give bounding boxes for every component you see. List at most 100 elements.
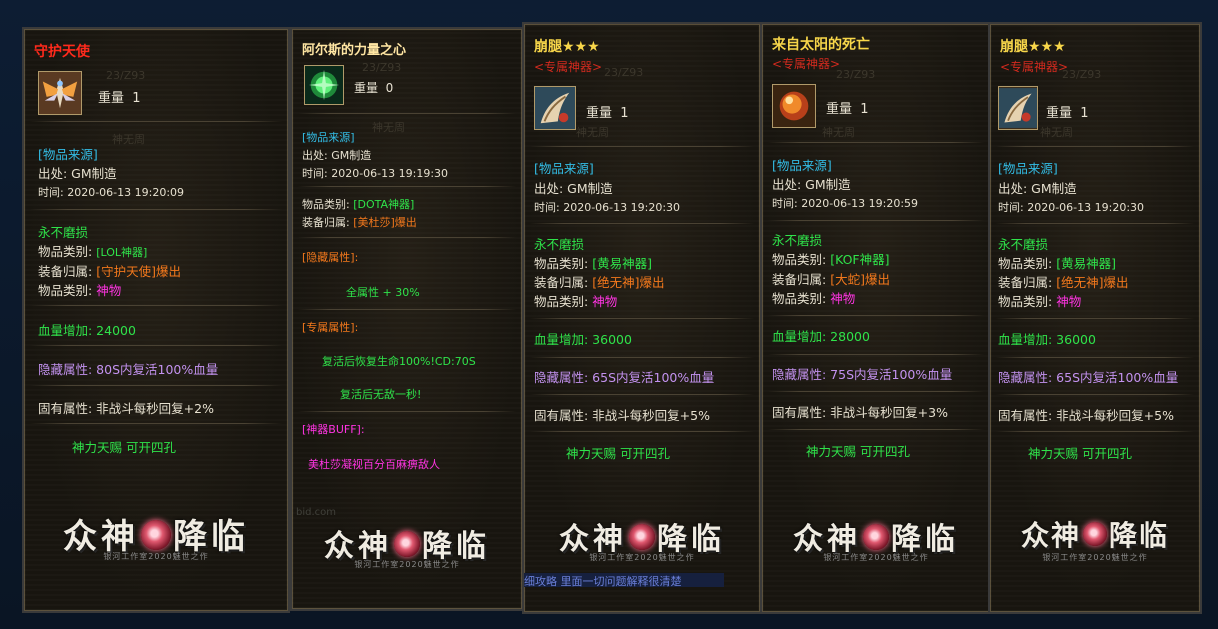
hp-bonus: 血量增加: 24000 bbox=[38, 323, 136, 338]
durability: 永不磨损 bbox=[534, 237, 585, 252]
owner-row: 装备归属: [大蛇]爆出 bbox=[772, 272, 890, 287]
innate-attribute: 固有属性: 非战斗每秒回复+2% bbox=[38, 401, 214, 416]
bless-ghost-text: 神无周 bbox=[1040, 126, 1073, 139]
category-row: 物品类别: [黄易神器] bbox=[998, 256, 1116, 271]
sun-orb-icon bbox=[772, 84, 816, 128]
divider bbox=[996, 431, 1194, 432]
divider bbox=[996, 394, 1194, 395]
game-logo: 众神 降临 银河工作室2020魅世之作 bbox=[63, 517, 249, 561]
angel-wings-icon bbox=[38, 71, 82, 115]
item-tooltip-bengtui-1: 崩腿★★★ <专属神器> 23/Z93 重量 1 神无周 [物品来源] 出处: … bbox=[522, 22, 762, 614]
weight: 重量 0 bbox=[354, 81, 394, 95]
weight: 重量 1 bbox=[586, 106, 629, 121]
category2-row: 物品类别: 神物 bbox=[534, 294, 618, 309]
divider bbox=[768, 220, 984, 221]
weight: 重量 1 bbox=[1046, 106, 1089, 121]
hp-bonus: 血量增加: 36000 bbox=[998, 332, 1096, 347]
bless-ghost-text: 神无周 bbox=[822, 126, 855, 139]
item-tooltip-sun-death: 来自太阳的死亡 <专属神器> 23/Z93 重量 1 神无周 [物品来源] 出处… bbox=[760, 22, 992, 614]
divider bbox=[768, 391, 984, 392]
owner-row: 装备归属: [美杜莎]爆出 bbox=[302, 216, 417, 229]
blessing: 神力天赐 可开四孔 bbox=[566, 446, 670, 461]
divider bbox=[298, 113, 516, 114]
durability: 永不磨损 bbox=[772, 233, 823, 248]
divider bbox=[298, 411, 516, 412]
item-subtitle: <专属神器> bbox=[772, 57, 841, 71]
buff-header: [神器BUFF]: bbox=[302, 423, 365, 436]
horn-icon bbox=[998, 86, 1038, 130]
revive-effect: 复活后恢复生命100%!CD:70S bbox=[322, 355, 476, 368]
divider bbox=[298, 237, 516, 238]
item-title: 来自太阳的死亡 bbox=[772, 37, 870, 53]
owner-row: 装备归属: [守护天使]爆出 bbox=[38, 264, 181, 279]
divider bbox=[768, 429, 984, 430]
innate-attribute: 固有属性: 非战斗每秒回复+5% bbox=[998, 408, 1174, 423]
invincible-effect: 复活后无敌一秒! bbox=[340, 388, 422, 401]
slot-ghost-text: 23/Z93 bbox=[604, 66, 644, 79]
hidden-attribute: 隐藏属性: 75S内复活100%血量 bbox=[772, 367, 953, 382]
green-gem-icon bbox=[304, 65, 344, 105]
divider bbox=[530, 318, 754, 319]
divider bbox=[30, 345, 282, 346]
category2-row: 物品类别: 神物 bbox=[38, 283, 122, 298]
innate-attribute: 固有属性: 非战斗每秒回复+3% bbox=[772, 405, 948, 420]
source-header: [物品来源] bbox=[38, 147, 98, 162]
category-row: 物品类别: [LOL神器] bbox=[38, 244, 148, 259]
item-title: 阿尔斯的力量之心 bbox=[302, 43, 407, 58]
divider bbox=[530, 146, 754, 147]
slot-ghost-text: 23/Z93 bbox=[836, 68, 876, 81]
item-tooltip-angel: 守护天使 23/Z93 重量 1 神无周 [物品来源] 出处: GM制造 时间:… bbox=[22, 27, 290, 613]
buff-effect: 美杜莎凝视百分百麻痹敌人 bbox=[308, 458, 440, 471]
tooltip-comparison-stage: 守护天使 23/Z93 重量 1 神无周 [物品来源] 出处: GM制造 时间:… bbox=[0, 0, 1218, 629]
item-tooltip-power-heart: 阿尔斯的力量之心 23/Z93 重量 0 神无周 [物品来源] 出处: GM制造… bbox=[290, 27, 524, 611]
weight: 重量 1 bbox=[826, 102, 869, 117]
innate-attribute: 固有属性: 非战斗每秒回复+5% bbox=[534, 408, 710, 423]
game-logo: 众神 降临 银河工作室2020魅世之作 bbox=[324, 529, 490, 569]
blessing: 神力天赐 可开四孔 bbox=[806, 444, 910, 459]
divider bbox=[530, 394, 754, 395]
hidden-attribute: 隐藏属性: 65S内复活100%血量 bbox=[998, 370, 1179, 385]
game-logo: 众神 降临 银河工作室2020魅世之作 bbox=[559, 522, 725, 562]
source-header: [物品来源] bbox=[998, 161, 1058, 176]
divider bbox=[530, 431, 754, 432]
bless-ghost-text: 神无周 bbox=[576, 126, 609, 139]
bless-ghost-text: 神无周 bbox=[372, 121, 405, 134]
divider bbox=[996, 318, 1194, 319]
divider bbox=[996, 357, 1194, 358]
item-subtitle: <专属神器> bbox=[534, 60, 603, 74]
divider bbox=[30, 305, 282, 306]
owner-row: 装备归属: [绝无神]爆出 bbox=[534, 275, 665, 290]
divider bbox=[768, 315, 984, 316]
source-header: [物品来源] bbox=[772, 158, 832, 173]
item-title: 崩腿★★★ bbox=[1000, 39, 1066, 55]
origin: 出处: GM制造 bbox=[998, 181, 1077, 196]
source-header: [物品来源] bbox=[302, 131, 355, 144]
timestamp: 时间: 2020-06-13 19:20:30 bbox=[534, 201, 681, 214]
category-row: 物品类别: [KOF神器] bbox=[772, 252, 890, 267]
item-subtitle: <专属神器> bbox=[1000, 60, 1069, 74]
owner-row: 装备归属: [绝无神]爆出 bbox=[998, 275, 1129, 290]
hidden-attribute: 隐藏属性: 65S内复活100%血量 bbox=[534, 370, 715, 385]
horn-icon bbox=[534, 86, 576, 130]
divider bbox=[30, 385, 282, 386]
site-fragment: bid.com bbox=[296, 507, 337, 518]
game-logo: 众神 降临 银河工作室2020魅世之作 bbox=[1020, 519, 1170, 562]
timestamp: 时间: 2020-06-13 19:20:30 bbox=[998, 201, 1145, 214]
source-header: [物品来源] bbox=[534, 161, 594, 176]
hp-bonus: 血量增加: 28000 bbox=[772, 329, 870, 344]
weight: 重量 1 bbox=[98, 91, 141, 106]
divider bbox=[298, 186, 516, 187]
durability: 永不磨损 bbox=[38, 225, 89, 240]
footer-strip: 细攻略 里面一切问题解释很清楚 bbox=[524, 573, 724, 587]
category-row: 物品类别: [黄易神器] bbox=[534, 256, 652, 271]
blessing: 神力天赐 可开四孔 bbox=[72, 440, 176, 455]
item-title: 崩腿★★★ bbox=[534, 39, 600, 55]
divider bbox=[768, 142, 984, 143]
blessing: 神力天赐 可开四孔 bbox=[1028, 446, 1132, 461]
origin: 出处: GM制造 bbox=[534, 181, 613, 196]
item-title: 守护天使 bbox=[34, 44, 90, 60]
timestamp: 时间: 2020-06-13 19:20:59 bbox=[772, 197, 919, 210]
timestamp: 时间: 2020-06-13 19:19:30 bbox=[302, 167, 449, 180]
slot-ghost-text: 23/Z93 bbox=[1062, 68, 1102, 81]
game-logo: 众神 降临 银河工作室2020魅世之作 bbox=[793, 522, 959, 562]
